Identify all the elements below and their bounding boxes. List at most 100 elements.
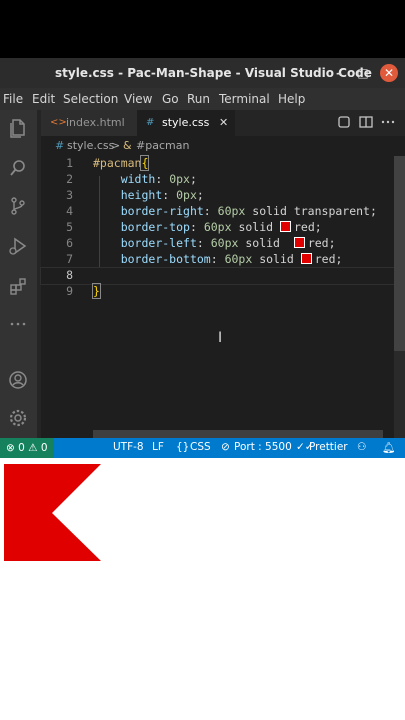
feedback-icon[interactable]: ⚇: [357, 441, 366, 453]
line-number: 5: [66, 220, 73, 234]
window-title: style.css - Pac-Man-Shape - Visual Studi…: [55, 66, 372, 80]
line-number: 6: [66, 236, 73, 250]
css-file-icon: #: [55, 139, 65, 152]
line-number: 8: [66, 268, 73, 282]
code-line-current: 8: [40, 267, 405, 285]
menu-bar: File Edit Selection View Go Run Terminal…: [0, 88, 405, 110]
vertical-scrollbar[interactable]: [394, 156, 405, 438]
line-number: 2: [66, 172, 73, 186]
css-property: border-left: [120, 236, 197, 250]
css-property: width: [120, 172, 156, 186]
css-color: red: [314, 252, 336, 266]
browser-preview: [0, 458, 405, 720]
css-number: 60px: [203, 220, 232, 234]
css-value: solid: [231, 220, 280, 234]
code-line: 5 border-top: 60px solid red;: [41, 220, 405, 236]
account-icon[interactable]: [7, 370, 29, 392]
css-property: border-right: [120, 204, 204, 218]
code-line: 3 height: 0px;: [41, 188, 405, 204]
line-number: 3: [66, 188, 73, 202]
breadcrumb-separator: >: [111, 139, 121, 152]
more-icon[interactable]: [7, 314, 29, 336]
css-value: solid transparent: [245, 204, 370, 218]
maximize-button[interactable]: □: [354, 64, 372, 82]
code-line: 1 #pacman{: [41, 155, 405, 172]
text-cursor-icon: I: [218, 330, 223, 346]
line-number: 7: [66, 252, 73, 266]
color-swatch-icon[interactable]: [300, 253, 312, 264]
files-icon[interactable]: [7, 118, 29, 140]
language-mode-icon: {}: [176, 441, 190, 453]
run-debug-icon[interactable]: [7, 236, 29, 258]
css-number: 60px: [217, 204, 246, 218]
menu-help[interactable]: Help: [278, 92, 305, 106]
line-number: 1: [66, 156, 73, 170]
css-file-icon: #: [146, 117, 155, 128]
extensions-icon[interactable]: [7, 276, 29, 298]
css-selector: #pacman: [93, 156, 142, 170]
breadcrumb-symbol[interactable]: #pacman: [136, 139, 189, 152]
breadcrumb-file[interactable]: style.css: [67, 139, 114, 152]
tab-label: index.html: [66, 116, 125, 129]
menu-selection[interactable]: Selection: [63, 92, 118, 106]
tab-label: style.css: [162, 116, 210, 129]
activity-bar: [0, 110, 37, 438]
pacman-shape: [4, 464, 101, 561]
line-number: 4: [66, 204, 73, 218]
code-line: 6 border-left: 60px solid red;: [41, 236, 405, 252]
problems-indicator[interactable]: ⊗ 0 ⚠ 0: [0, 438, 54, 458]
menu-file[interactable]: File: [3, 92, 23, 106]
close-brace: }: [92, 283, 101, 299]
status-bar: ⊗ 0 ⚠ 0 UTF-8 LF {} CSS ⊘ Port : 5500 ✓✓…: [0, 438, 405, 458]
minimize-button[interactable]: –: [330, 64, 348, 82]
open-changes-icon[interactable]: [337, 115, 351, 132]
menu-view[interactable]: View: [124, 92, 152, 106]
css-property: height: [120, 188, 163, 202]
css-number: 60px: [210, 236, 239, 250]
breadcrumb: # style.css > & #pacman: [41, 136, 405, 156]
css-value: solid: [252, 252, 301, 266]
settings-gear-icon[interactable]: [7, 408, 29, 430]
notifications-bell-icon[interactable]: 🔔︎: [382, 441, 395, 454]
live-server-icon: ⊘: [221, 441, 230, 453]
css-property: border-top: [120, 220, 190, 234]
title-bar: style.css - Pac-Man-Shape - Visual Studi…: [0, 58, 405, 88]
css-property: border-bottom: [120, 252, 211, 266]
open-brace: {: [140, 155, 150, 171]
menu-go[interactable]: Go: [162, 92, 179, 106]
html-file-icon: <>: [50, 117, 67, 128]
tab-style-css[interactable]: # style.css ✕: [137, 110, 235, 136]
split-editor-icon[interactable]: [359, 115, 373, 132]
css-number: 60px: [224, 252, 253, 266]
color-swatch-icon[interactable]: [279, 221, 291, 232]
live-server-port[interactable]: Port : 5500: [234, 441, 292, 453]
editor-tabs: <> index.html # style.css ✕: [37, 110, 405, 136]
scrollbar-thumb[interactable]: [394, 156, 405, 351]
css-value: solid: [238, 236, 294, 250]
search-icon[interactable]: [7, 158, 29, 180]
prettier-status[interactable]: Prettier: [309, 441, 348, 453]
eol-indicator[interactable]: LF: [152, 441, 164, 453]
line-number: 9: [66, 284, 73, 298]
letterbox-top: [0, 0, 405, 58]
css-number: 0px: [169, 172, 190, 186]
css-number: 0px: [176, 188, 197, 202]
more-actions-icon[interactable]: [381, 115, 395, 132]
menu-run[interactable]: Run: [187, 92, 210, 106]
encoding-indicator[interactable]: UTF-8: [113, 441, 144, 453]
code-line: 9 }: [41, 283, 405, 300]
tab-index-html[interactable]: <> index.html: [41, 110, 137, 136]
code-line: 7 border-bottom: 60px solid red;: [41, 252, 405, 268]
close-tab-icon[interactable]: ✕: [219, 110, 228, 136]
close-window-button[interactable]: ✕: [380, 64, 398, 82]
source-control-icon[interactable]: [7, 196, 29, 218]
css-color: red: [293, 220, 315, 234]
menu-edit[interactable]: Edit: [32, 92, 55, 106]
language-mode[interactable]: CSS: [190, 441, 211, 453]
menu-terminal[interactable]: Terminal: [219, 92, 270, 106]
symbol-icon: &: [123, 139, 132, 152]
pacman-red-shape: [4, 464, 101, 561]
code-editor[interactable]: 1 #pacman{ 2 width: 0px; 3 height: 0px; …: [40, 155, 405, 438]
horizontal-scrollbar[interactable]: [93, 430, 383, 438]
color-swatch-icon[interactable]: [293, 237, 305, 248]
